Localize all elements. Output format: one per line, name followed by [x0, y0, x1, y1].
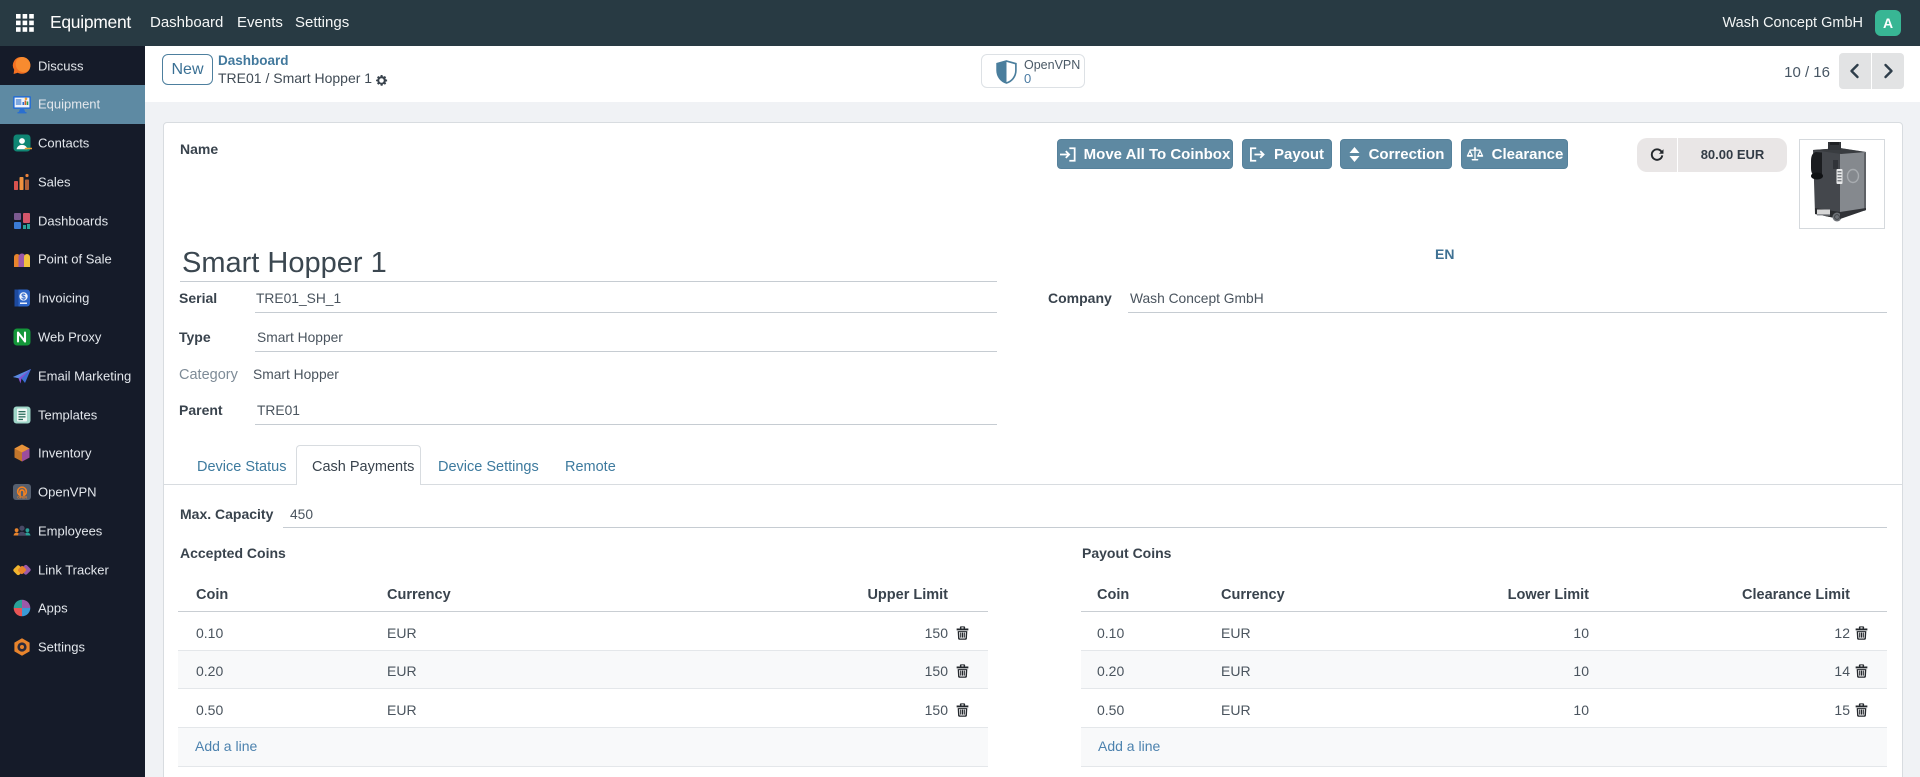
svg-text:OPEN: OPEN — [17, 496, 27, 500]
svg-text:$: $ — [21, 293, 26, 302]
